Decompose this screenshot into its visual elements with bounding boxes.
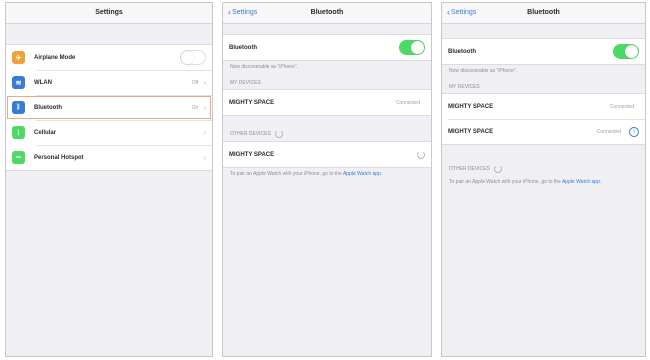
toggle-knob [411,41,424,54]
bluetooth-toggle-group: Bluetooth [223,34,431,61]
pair-note-text: To pair an Apple Watch with your iPhone,… [449,179,561,185]
settings-item-label: Bluetooth [34,104,62,111]
settings-screen: Settings ✈ Airplane Mode ≋ WLAN Off › ᛒ … [5,2,213,357]
loading-spinner-icon [274,130,283,138]
other-devices-header-label: OTHER DEVICES [230,131,271,137]
settings-item-label: Personal Hotspot [34,154,84,161]
airplane-icon: ✈ [12,51,25,64]
my-devices-header: MY DEVICES [223,74,431,89]
page-title: Bluetooth [310,9,344,16]
discoverable-note: Now discoverable as "iPhone". [449,68,518,74]
chevron-right-icon: › [203,153,206,162]
page-title: Settings [95,9,123,16]
my-devices-list: MIGHTY SPACE Connected [223,89,431,116]
other-devices-header-label: OTHER DEVICES [449,166,490,172]
my-devices-header-label: MY DEVICES [230,80,261,86]
settings-item-value: On [191,104,199,111]
apple-watch-app-link[interactable]: Apple Watch app. [343,171,382,177]
apple-watch-app-link[interactable]: Apple Watch app. [562,179,601,185]
settings-item-label: Cellular [34,129,57,136]
bluetooth-row[interactable]: Bluetooth [442,39,645,64]
device-status: Connected [609,103,634,110]
chevron-right-icon: › [203,103,206,112]
other-devices-list: MIGHTY SPACE [223,141,431,168]
connecting-spinner-icon [417,150,425,159]
bluetooth-toggle[interactable] [399,40,425,55]
my-devices-header-label: MY DEVICES [449,84,480,90]
chevron-right-icon: › [203,128,206,137]
navigation-bar: Settings [6,3,212,24]
bluetooth-toggle[interactable] [613,44,639,59]
navigation-bar: ‹ Settings Bluetooth [442,3,645,24]
toggle-knob [625,45,638,58]
cellular-icon: ⌇ [12,126,25,139]
device-status: Connected [596,128,621,135]
bluetooth-label: Bluetooth [229,44,257,51]
airplane-mode-toggle[interactable] [180,50,206,65]
device-name: MIGHTY SPACE [448,103,494,110]
settings-item-personal-hotspot[interactable]: ∞ Personal Hotspot › [6,145,212,170]
discoverable-note: Now discoverable as "iPhone". [230,64,299,70]
device-row[interactable]: MIGHTY SPACE [223,142,431,167]
wifi-icon: ≋ [12,76,25,89]
other-devices-header: OTHER DEVICES [442,145,645,176]
chevron-right-icon: › [203,78,206,87]
device-row[interactable]: MIGHTY SPACE Connected [442,94,645,119]
bluetooth-screen: ‹ Settings Bluetooth Bluetooth Now disco… [222,2,432,357]
page-title: Bluetooth [527,9,560,16]
device-row[interactable]: MIGHTY SPACE Connected i [442,119,645,144]
settings-item-label: Airplane Mode [34,54,76,61]
settings-item-value: Off [191,79,199,86]
my-devices-header: MY DEVICES [442,78,645,93]
settings-item-cellular[interactable]: ⌇ Cellular › [6,120,212,145]
bluetooth-screen-connected: ‹ Settings Bluetooth Bluetooth Now disco… [441,2,646,357]
settings-item-airplane-mode[interactable]: ✈ Airplane Mode [6,45,212,70]
toggle-knob [181,51,194,64]
pair-note: To pair an Apple Watch with your iPhone,… [442,176,645,189]
pair-note: To pair an Apple Watch with your iPhone,… [223,168,431,181]
bluetooth-row[interactable]: Bluetooth [223,35,431,60]
loading-spinner-icon [493,165,502,173]
hotspot-icon: ∞ [12,151,25,164]
bluetooth-icon: ᛒ [12,101,25,114]
my-devices-list: MIGHTY SPACE Connected MIGHTY SPACE Conn… [442,93,645,145]
settings-item-label: WLAN [34,79,52,86]
device-name: MIGHTY SPACE [229,151,275,158]
bluetooth-toggle-group: Bluetooth [442,38,645,65]
device-row[interactable]: MIGHTY SPACE Connected [223,90,431,115]
settings-item-wlan[interactable]: ≋ WLAN Off › [6,70,212,95]
device-name: MIGHTY SPACE [229,99,275,106]
settings-item-bluetooth[interactable]: ᛒ Bluetooth On › [6,95,212,120]
device-status: Connected [395,99,420,106]
pair-note-text: To pair an Apple Watch with your iPhone,… [230,171,342,177]
settings-list: ✈ Airplane Mode ≋ WLAN Off › ᛒ Bluetooth… [6,44,212,171]
info-icon[interactable]: i [629,126,639,137]
device-name: MIGHTY SPACE [448,128,494,135]
navigation-bar: ‹ Settings Bluetooth [223,3,431,24]
other-devices-header: OTHER DEVICES [223,116,431,141]
bluetooth-label: Bluetooth [448,48,476,55]
